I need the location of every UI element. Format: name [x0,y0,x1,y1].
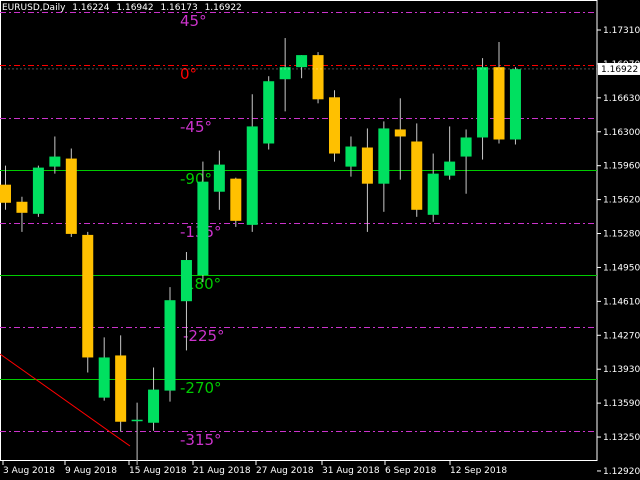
candle-body [32,167,44,214]
candle-body [246,126,258,225]
time-tick-label: 6 Sep 2018 [385,466,437,476]
candle-body [148,389,160,423]
gann-level-label: -225° [183,327,225,345]
candle-body [197,181,209,276]
time-tick-label: 9 Aug 2018 [65,466,117,476]
candle-body [493,67,505,140]
chart-window[interactable]: 45°0°-45°-90°-135°180°-225°-270°-315°1.1… [0,0,640,480]
candle-body [82,234,94,358]
candle-body [65,158,77,234]
close-value: 1.16922 [204,3,242,13]
candle-body [98,357,110,398]
plot-frame [0,0,598,461]
candle-body [460,137,472,157]
price-tick-label: 1.15960 [603,162,640,172]
time-tick-label: 31 Aug 2018 [322,466,380,476]
price-tick-label: 1.13930 [603,365,640,375]
high-value: 1.16942 [116,3,154,13]
candle-body [213,164,225,192]
candle-body [312,55,324,100]
gann-level-label: -315° [180,431,222,449]
price-tick-label: 1.13250 [603,433,640,443]
price-tick-label: 1.14610 [603,297,640,307]
candle-body [16,201,28,213]
gann-level-label: -270° [180,379,222,397]
current-price-label: 1.16922 [601,65,638,75]
candle-body [427,173,439,215]
price-tick-label: 1.16300 [603,128,640,138]
diagonal-line [0,353,131,447]
candle-body [263,81,275,144]
candle-body [329,97,340,154]
gann-level-label: 0° [180,65,197,83]
candle-body [361,147,373,184]
gann-level-label: 45° [180,12,207,30]
time-tick-label: 3 Aug 2018 [3,466,55,476]
price-tick-label: 1.15620 [603,196,640,206]
price-tick-label: 1.14950 [603,263,640,273]
price-tick-label: 1.16630 [603,94,640,104]
candle-body [49,156,61,167]
candle-body [0,184,11,203]
time-tick-label: 12 Sep 2018 [450,466,507,476]
candle-body [509,69,521,140]
candle-body [131,419,143,422]
candle-body [345,146,357,167]
candle-body [296,55,308,68]
time-tick-label: 27 Aug 2018 [256,466,314,476]
time-tick-label: 15 Aug 2018 [129,466,187,476]
candle-body [164,300,176,391]
candle-body [394,129,406,137]
candle-body [230,178,242,221]
candle-body [477,67,489,138]
price-tick-label: 1.14270 [603,331,640,341]
price-tick-label: 1.13590 [603,399,640,409]
price-tick-label: 1.15280 [603,230,640,240]
low-value: 1.16173 [160,3,198,13]
candle-body [115,355,127,422]
candle-body [411,141,423,210]
candle-body [180,260,192,302]
symbol-timeframe: EURUSD,Daily [2,3,66,13]
candle-body [444,161,456,176]
chart-canvas[interactable]: 45°0°-45°-90°-135°180°-225°-270°-315°1.1… [0,0,640,480]
open-value: 1.16224 [72,3,110,13]
chart-header: EURUSD,Daily 1.16224 1.16942 1.16173 1.1… [2,3,246,13]
candle-body [378,128,390,184]
price-tick-label: 1.12920 [603,467,640,477]
time-tick-label: 21 Aug 2018 [193,466,251,476]
price-tick-label: 1.17310 [603,26,640,36]
gann-level-label: -45° [180,118,212,136]
